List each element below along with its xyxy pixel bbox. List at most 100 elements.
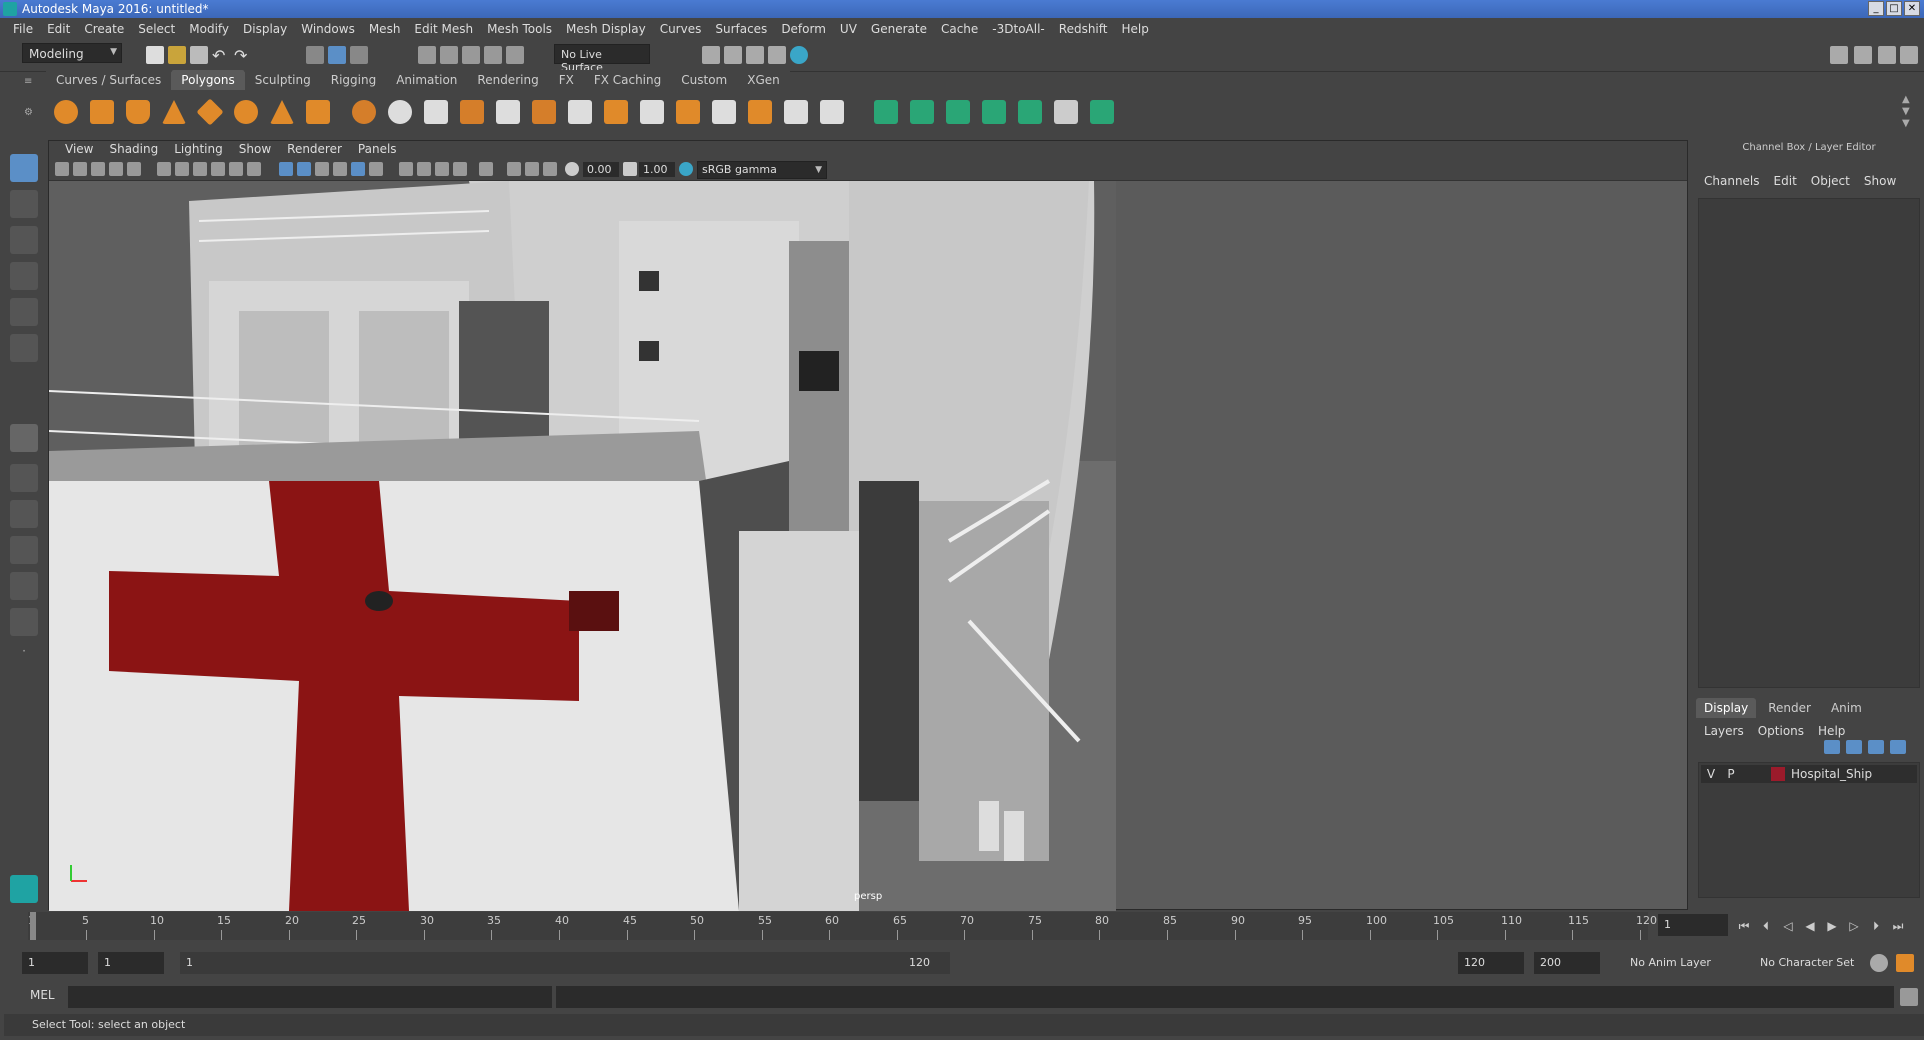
film-gate-icon[interactable]: [175, 162, 189, 176]
select-tool-icon[interactable]: [10, 154, 38, 182]
auto-key-icon[interactable]: [1870, 954, 1888, 972]
gamma-field[interactable]: 1.00: [639, 162, 675, 177]
tab-xgen[interactable]: XGen: [737, 70, 790, 90]
tab-custom[interactable]: Custom: [671, 70, 738, 90]
vp-menu-panels[interactable]: Panels: [350, 141, 405, 159]
animation-start-field[interactable]: 1: [22, 952, 88, 974]
script-editor-icon[interactable]: [1900, 988, 1918, 1006]
poly-pipe-icon[interactable]: [306, 100, 330, 124]
exposure-icon[interactable]: [565, 162, 579, 176]
le-menu-layers[interactable]: Layers: [1704, 724, 1744, 738]
tab-render[interactable]: Render: [1760, 698, 1819, 718]
snap-point-icon[interactable]: [462, 46, 480, 64]
make-live-icon[interactable]: [506, 46, 524, 64]
wireframe-icon[interactable]: [279, 162, 293, 176]
channel-box-icon[interactable]: [1900, 46, 1918, 64]
open-scene-icon[interactable]: [168, 46, 186, 64]
menu-modify[interactable]: Modify: [182, 22, 236, 36]
hypershade-icon[interactable]: [790, 46, 808, 64]
tab-rendering[interactable]: Rendering: [467, 70, 549, 90]
poly-pyramid-icon[interactable]: [270, 100, 294, 124]
step-forward-frame-icon[interactable]: ⏵: [1868, 918, 1884, 934]
move-layer-up-icon[interactable]: [1824, 740, 1840, 754]
anim-layer-dropdown[interactable]: No Anim Layer: [1624, 952, 1734, 974]
cb-menu-show[interactable]: Show: [1864, 174, 1896, 188]
separate-icon[interactable]: [388, 100, 412, 124]
menu-file[interactable]: File: [6, 22, 40, 36]
select-hierarchy-icon[interactable]: [306, 46, 324, 64]
four-view-layout-icon[interactable]: [10, 464, 38, 492]
script-language-label[interactable]: MEL: [30, 988, 55, 1002]
combine-icon[interactable]: [352, 100, 376, 124]
time-slider[interactable]: 1510152025303540455055606570758085909510…: [4, 912, 1924, 948]
layer-color-swatch[interactable]: [1771, 767, 1785, 781]
command-input[interactable]: [68, 986, 552, 1008]
tab-sculpting[interactable]: Sculpting: [244, 70, 321, 90]
move-layer-down-icon[interactable]: [1846, 740, 1862, 754]
le-menu-options[interactable]: Options: [1758, 724, 1804, 738]
extrude-icon[interactable]: [604, 100, 628, 124]
redo-icon[interactable]: ↷: [234, 46, 252, 65]
textured-icon[interactable]: [351, 162, 365, 176]
menu-help[interactable]: Help: [1114, 22, 1155, 36]
tab-polygons[interactable]: Polygons: [171, 70, 245, 90]
grease-pencil-icon[interactable]: [127, 162, 141, 176]
menu-mesh-tools[interactable]: Mesh Tools: [480, 22, 559, 36]
menu-create[interactable]: Create: [77, 22, 131, 36]
bookmark-icon[interactable]: [91, 162, 105, 176]
animation-end-field[interactable]: 200: [1534, 952, 1600, 974]
play-forwards-icon[interactable]: ▶: [1824, 918, 1840, 934]
scale-tool-icon[interactable]: [10, 334, 38, 362]
gamma-icon[interactable]: [623, 162, 637, 176]
field-chart-icon[interactable]: [229, 162, 243, 176]
menu-3dtoall[interactable]: -3DtoAll-: [985, 22, 1051, 36]
menu-deform[interactable]: Deform: [774, 22, 833, 36]
smooth-icon[interactable]: [424, 100, 448, 124]
menu-windows[interactable]: Windows: [294, 22, 362, 36]
scene-render[interactable]: persp: [49, 181, 1116, 911]
planar-mapping-icon[interactable]: [874, 100, 898, 124]
xray-joints-icon[interactable]: [507, 162, 521, 176]
current-frame-marker[interactable]: [30, 912, 36, 940]
save-scene-icon[interactable]: [190, 46, 208, 64]
xray-active-icon[interactable]: [525, 162, 539, 176]
animation-preferences-icon[interactable]: [1896, 954, 1914, 972]
menu-select[interactable]: Select: [131, 22, 182, 36]
mirror-icon[interactable]: [496, 100, 520, 124]
new-scene-icon[interactable]: [146, 46, 164, 64]
go-to-end-icon[interactable]: ⏭: [1890, 918, 1906, 934]
vp-menu-lighting[interactable]: Lighting: [166, 141, 231, 159]
poly-cube-icon[interactable]: [90, 100, 114, 124]
live-surface-field[interactable]: No Live Surface: [554, 44, 650, 74]
poly-plane-icon[interactable]: [196, 98, 224, 126]
ambient-occlusion-icon[interactable]: [417, 162, 431, 176]
antialiasing-icon[interactable]: [453, 162, 467, 176]
shelf-menu-icon[interactable]: ≡: [24, 76, 38, 87]
resolution-gate-icon[interactable]: [193, 162, 207, 176]
booleans-icon[interactable]: [460, 100, 484, 124]
use-lights-icon[interactable]: [369, 162, 383, 176]
multi-cut-icon[interactable]: [568, 100, 592, 124]
minimize-button[interactable]: _: [1868, 1, 1884, 16]
poly-cylinder-icon[interactable]: [126, 100, 150, 124]
menu-generate[interactable]: Generate: [864, 22, 934, 36]
color-space-dropdown[interactable]: sRGB gamma ▼: [697, 161, 827, 179]
single-perspective-layout-icon[interactable]: [10, 424, 38, 452]
render-settings-icon[interactable]: [768, 46, 786, 64]
outliner-layout-icon[interactable]: [10, 608, 38, 636]
safe-action-icon[interactable]: [247, 162, 261, 176]
shelf-scroll-arrows[interactable]: ▲ ▼ ▼: [1902, 94, 1910, 130]
snap-curve-icon[interactable]: [440, 46, 458, 64]
cb-menu-object[interactable]: Object: [1811, 174, 1850, 188]
menu-cache[interactable]: Cache: [934, 22, 985, 36]
lasso-tool-icon[interactable]: [10, 190, 38, 218]
shadows-icon[interactable]: [399, 162, 413, 176]
poly-cone-icon[interactable]: [162, 100, 186, 124]
paint-select-tool-icon[interactable]: [10, 226, 38, 254]
modeling-toolkit-icon[interactable]: [1830, 46, 1848, 64]
isolate-select-icon[interactable]: [479, 162, 493, 176]
fill-hole-icon[interactable]: [820, 100, 844, 124]
exposure-field[interactable]: 0.00: [583, 162, 619, 177]
motion-blur-icon[interactable]: [435, 162, 449, 176]
tab-animation[interactable]: Animation: [386, 70, 468, 90]
